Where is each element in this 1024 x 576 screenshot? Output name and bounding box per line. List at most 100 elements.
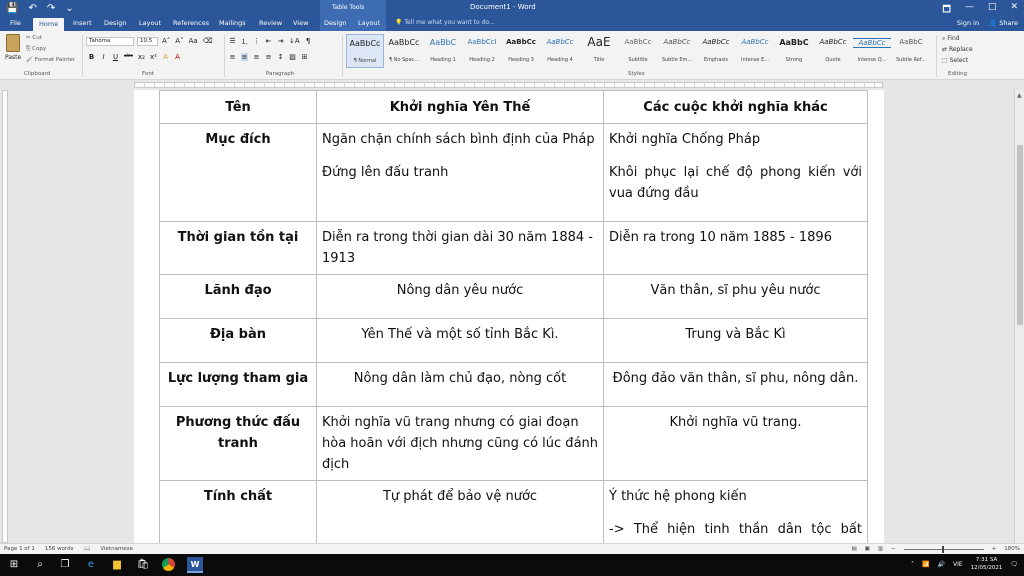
header-other-uprisings[interactable]: Các cuộc khởi nghĩa khác [603, 90, 868, 124]
copy-button[interactable]: ⎘ Copy [26, 46, 46, 53]
style-title[interactable]: AaE Title [580, 34, 618, 68]
search-icon[interactable]: ⌕ [32, 557, 48, 573]
table-cell[interactable]: Nông dân làm chủ đạo, nòng cốt [316, 362, 604, 407]
replace-button[interactable]: ⇄ Replace [942, 46, 973, 53]
zoom-slider[interactable] [903, 545, 984, 553]
style-subtle-emphasis[interactable]: AaBbCc Subtle Em... [658, 34, 696, 68]
undo-icon[interactable]: ↶ [28, 2, 36, 15]
table-cell[interactable]: Ngăn chặn chính sách bình định của Pháp … [316, 123, 604, 222]
style-emphasis[interactable]: AaBbCc Emphasis [697, 34, 735, 68]
tab-file[interactable]: File [10, 19, 21, 27]
highlight-color-button[interactable]: A [162, 53, 169, 61]
align-center-icon[interactable]: ≡ [241, 53, 248, 61]
sort-icon[interactable]: ↓A [289, 37, 300, 47]
row-label[interactable]: Phương thức đấu tranh [159, 406, 317, 481]
close-button[interactable]: ✕ [1010, 2, 1018, 18]
file-explorer-icon[interactable]: ▆ [109, 557, 125, 573]
superscript-button[interactable]: x² [150, 53, 157, 61]
style-strong[interactable]: AaBbC Strong [775, 34, 813, 68]
format-painter-button[interactable]: 🖌 Format Painter [26, 57, 75, 63]
bullets-icon[interactable]: ☰ [229, 37, 236, 47]
table-cell[interactable]: Diễn ra trong thời gian dài 30 năm 1884 … [316, 221, 604, 275]
windows-start-icon[interactable]: ⊞ [6, 557, 22, 573]
shading-icon[interactable]: ▨ [289, 53, 296, 61]
tab-insert[interactable]: Insert [73, 19, 92, 27]
word-app-icon[interactable]: W [187, 557, 203, 573]
volume-icon[interactable]: 🔊 [938, 561, 945, 568]
tab-references[interactable]: References [173, 19, 209, 27]
subscript-button[interactable]: x₂ [138, 53, 145, 61]
table-cell[interactable]: Đông đảo văn thân, sĩ phu, nông dân. [603, 362, 868, 407]
justify-icon[interactable]: ≡ [265, 53, 272, 61]
tell-me-search[interactable]: 💡 Tell me what you want to do... [395, 19, 495, 26]
table-cell[interactable]: Tự phát để bảo vệ nước [316, 480, 604, 543]
style-intense-emphasis[interactable]: AaBbCc Intense E... [736, 34, 774, 68]
network-icon[interactable]: 📶 [922, 561, 929, 568]
paste-button[interactable]: Paste [5, 54, 21, 61]
tab-layout[interactable]: Layout [139, 19, 161, 27]
change-case-icon[interactable]: Aa [189, 37, 198, 45]
style-subtle-reference[interactable]: AaBbC Subtle Ref... [892, 34, 930, 68]
web-layout-icon[interactable]: ▥ [878, 546, 883, 552]
table-cell[interactable]: Yên Thế và một số tỉnh Bắc Kì. [316, 318, 604, 363]
style-heading-1[interactable]: AaBbC Heading 1 [424, 34, 462, 68]
task-view-icon[interactable]: ❐ [57, 557, 73, 573]
edge-icon[interactable]: e [83, 557, 99, 573]
row-label[interactable]: Lực lượng tham gia [159, 362, 317, 407]
table-cell[interactable]: Ý thức hệ phong kiến -> Thể hiện tinh th… [603, 480, 868, 543]
table-cell[interactable]: Khởi nghĩa vũ trang nhưng có giai đoạn h… [316, 406, 604, 481]
align-left-icon[interactable]: ≡ [229, 53, 236, 61]
store-icon[interactable]: 🛍 [135, 557, 151, 573]
row-label[interactable]: Mục đích [159, 123, 317, 222]
grow-font-icon[interactable]: A˄ [162, 37, 170, 45]
show-marks-icon[interactable]: ¶ [305, 37, 312, 47]
italic-button[interactable]: I [100, 53, 107, 61]
chrome-icon[interactable] [162, 558, 175, 571]
numbering-icon[interactable]: ⒈ [241, 37, 248, 47]
ribbon-display-options-icon[interactable]: 🗖 [942, 2, 951, 18]
strikethrough-button[interactable]: abc [124, 53, 133, 61]
style-normal[interactable]: AaBbCc ¶ Normal [346, 34, 384, 68]
print-layout-icon[interactable]: ▣ [865, 546, 870, 552]
style-heading-3[interactable]: AaBbCc Heading 3 [502, 34, 540, 68]
clear-formatting-icon[interactable]: ⌫ [203, 37, 213, 45]
multilevel-list-icon[interactable]: ⋮ [253, 37, 260, 47]
style-heading-4[interactable]: AaBbCc Heading 4 [541, 34, 579, 68]
header-name[interactable]: Tên [159, 90, 317, 124]
style-intense-quote[interactable]: AaBbCc Intense Q... [853, 34, 891, 68]
table-cell[interactable]: Văn thân, sĩ phu yêu nước [603, 274, 868, 319]
underline-button[interactable]: U [112, 53, 119, 61]
horizontal-ruler[interactable] [0, 80, 1024, 90]
table-cell[interactable]: Khởi nghĩa Chống Pháp Khôi phục lại chế … [603, 123, 868, 222]
save-icon[interactable]: 💾 [6, 2, 18, 15]
scroll-up-icon[interactable]: ▲ [1017, 92, 1022, 99]
table-cell[interactable]: Diễn ra trong 10 năm 1885 - 1896 [603, 221, 868, 275]
bold-button[interactable]: B [88, 53, 95, 61]
style-heading-2[interactable]: AaBbCcI Heading 2 [463, 34, 501, 68]
tab-design[interactable]: Design [104, 19, 126, 27]
zoom-in-icon[interactable]: + [992, 546, 997, 552]
line-spacing-icon[interactable]: ↕ [277, 53, 284, 61]
select-button[interactable]: ⬚ Select [942, 57, 968, 64]
shrink-font-icon[interactable]: A˅ [175, 37, 183, 45]
style-quote[interactable]: AaBbCc Quote [814, 34, 852, 68]
page-count[interactable]: Page 1 of 1 [4, 546, 35, 552]
table-cell[interactable]: Nông dân yêu nước [316, 274, 604, 319]
notifications-icon[interactable]: 🗨 [1010, 561, 1018, 568]
vertical-ruler[interactable] [0, 90, 10, 543]
comparison-table[interactable]: Tên Khởi nghĩa Yên Thế Các cuộc khởi ngh… [159, 90, 868, 543]
input-language[interactable]: VIE [953, 561, 963, 568]
row-label[interactable]: Địa bàn [159, 318, 317, 363]
style-no-spacing[interactable]: AaBbCc ¶ No Spac... [385, 34, 423, 68]
tab-mailings[interactable]: Mailings [219, 19, 246, 27]
minimize-button[interactable]: — [965, 2, 974, 18]
proofing-icon[interactable]: 📖 [84, 546, 91, 552]
row-label[interactable]: Thời gian tồn tại [159, 221, 317, 275]
font-size-select[interactable]: 10.5 [137, 37, 158, 46]
borders-icon[interactable]: ⊞ [301, 53, 308, 61]
customize-qat-icon[interactable]: ⌄ [65, 2, 73, 15]
language-indicator[interactable]: Vietnamese [100, 546, 133, 552]
style-subtitle[interactable]: AaBbCc Subtitle [619, 34, 657, 68]
cut-button[interactable]: ✂ Cut [26, 35, 42, 41]
tab-view[interactable]: View [293, 19, 308, 27]
